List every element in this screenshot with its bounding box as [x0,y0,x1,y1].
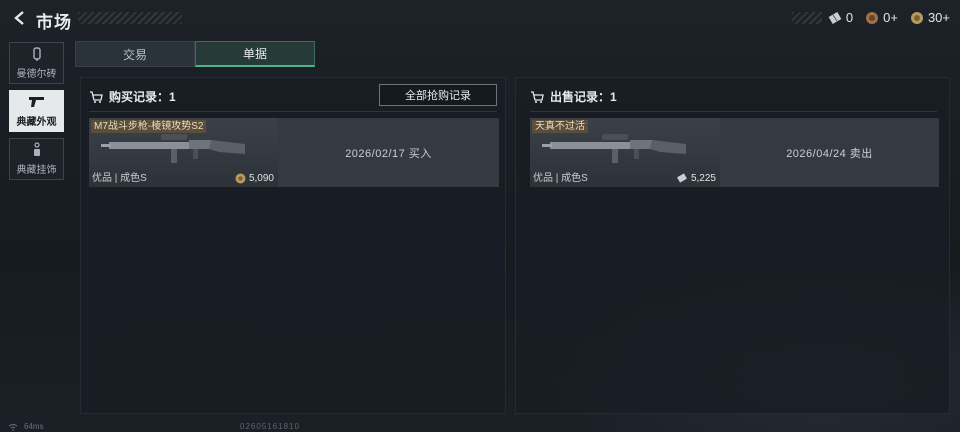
record-date: 2026/02/17 买入 [278,118,499,187]
network-status: 64ms [8,422,44,431]
record-date: 2026/04/24 卖出 [720,118,939,187]
item-quality: 优品 | 成色S [92,173,147,184]
all-snapup-records-button[interactable]: 全部抢购记录 [379,84,497,106]
rifle-icon [542,134,686,163]
rifle-icon [101,134,245,163]
sidebar-item-skins[interactable]: 典藏外观 [9,90,64,132]
footer: 64ms 02605161810 [0,418,960,432]
purchase-records-panel: 购买记录：1 全部抢购记录 M7战斗步枪-棱镜攻势S2 优品 | 成色S 5,0… [80,77,506,414]
charm-icon [31,142,43,158]
sidebar: 曼德尔砖 典藏外观 典藏挂饰 [9,42,64,186]
purchase-title: 购买记录：1 [109,90,176,104]
sidebar-item-charms[interactable]: 典藏挂饰 [9,138,64,180]
divider [530,111,937,112]
currency-gold-value: 30+ [927,10,950,25]
sidebar-item-label: 曼德尔砖 [16,69,57,80]
item-card[interactable]: M7战斗步枪-棱镜攻势S2 优品 | 成色S 5,090 [89,118,278,187]
item-price: 5,225 [676,172,716,184]
coin-icon [235,173,246,184]
purchase-header: 购买记录：1 [89,88,176,105]
sale-record-row[interactable]: 天真不过活 优品 | 成色S 5,225 2026/04/24 卖出 [530,118,939,187]
item-price-value: 5,090 [248,173,274,184]
top-bar: 市场 0 0+ 30+ [0,0,960,36]
currency-ticket-value: 0 [845,10,854,25]
cart-icon [530,90,544,104]
title-decoration [78,12,182,24]
currency-brown-coin[interactable]: 0+ [865,10,898,25]
coin-brown-icon [865,11,879,25]
coin-gold-icon [910,11,924,25]
item-price: 5,090 [235,173,274,184]
currency-decoration [791,11,822,24]
cart-icon [89,90,103,104]
back-arrow-icon [14,11,24,25]
brick-icon [31,46,43,62]
user-id: 02605161810 [240,422,300,431]
sidebar-item-label: 典藏外观 [16,117,57,128]
sidebar-item-label: 典藏挂饰 [16,165,57,176]
pistol-icon [28,94,46,110]
ticket-icon [828,11,842,25]
tab-bar: 交易 单据 [75,41,315,67]
sale-records-panel: 出售记录：1 天真不过活 优品 | 成色S 5,225 2026/04/24 卖… [515,77,950,414]
currency-ticket[interactable]: 0 [828,10,853,25]
purchase-record-row[interactable]: M7战斗步枪-棱镜攻势S2 优品 | 成色S 5,090 2026/02/17 … [89,118,499,187]
ticket-icon [677,173,687,183]
back-button[interactable] [10,8,30,28]
sale-title: 出售记录：1 [550,90,617,104]
tab-records[interactable]: 单据 [195,41,315,67]
sidebar-item-brick[interactable]: 曼德尔砖 [9,42,64,84]
tab-trade[interactable]: 交易 [75,41,195,67]
item-quality: 优品 | 成色S [533,173,588,184]
ping-value: 64ms [24,422,44,431]
item-price-value: 5,225 [690,172,716,184]
currency-gold-coin[interactable]: 30+ [910,10,950,25]
page-title: 市场 [36,13,72,32]
wifi-icon [8,423,18,431]
currency-bar: 0 0+ 30+ [791,10,950,25]
currency-brown-value: 0+ [883,10,898,25]
sale-header: 出售记录：1 [530,88,617,105]
divider [89,111,497,112]
item-card[interactable]: 天真不过活 优品 | 成色S 5,225 [530,118,720,187]
